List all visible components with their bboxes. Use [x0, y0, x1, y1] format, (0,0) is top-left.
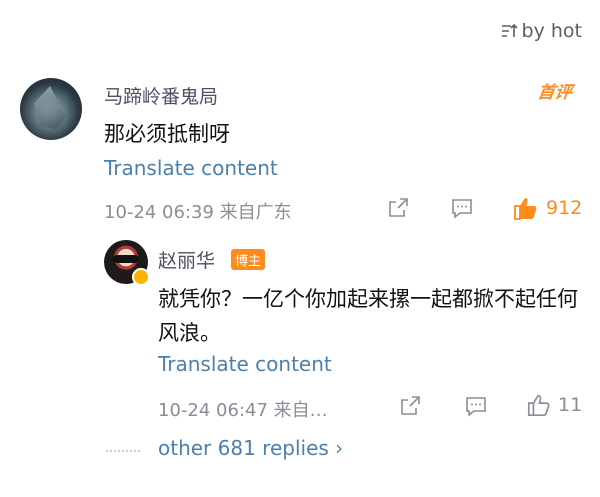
- comment-button[interactable]: [450, 196, 474, 220]
- reply-meta: 10-24 06:47 来自…: [158, 400, 328, 421]
- avatar[interactable]: [20, 78, 82, 140]
- sort-toggle[interactable]: by hot: [500, 20, 582, 42]
- translate-link[interactable]: Translate content: [104, 156, 278, 180]
- divider: [106, 450, 140, 452]
- avatar[interactable]: [104, 240, 150, 286]
- comment-icon: [452, 199, 472, 219]
- comment-button[interactable]: [464, 394, 488, 418]
- share-icon: [401, 396, 420, 415]
- comment-meta: 10-24 06:39 来自广东: [104, 202, 292, 223]
- sunglasses: [113, 255, 139, 263]
- comment-text: 那必须抵制呀: [104, 122, 230, 146]
- first-comment-badge: 首评: [536, 83, 574, 103]
- comment-icon: [466, 397, 486, 417]
- share-icon: [389, 198, 408, 217]
- reply-author[interactable]: 赵丽华: [158, 246, 215, 273]
- like-count: 912: [546, 197, 583, 219]
- share-button[interactable]: [386, 196, 410, 220]
- blogger-badge: 博主: [231, 249, 266, 270]
- translate-link[interactable]: Translate content: [158, 352, 332, 376]
- comment-author[interactable]: 马蹄岭番鬼局: [104, 82, 218, 109]
- thumbs-up-icon: [527, 394, 550, 417]
- sort-icon: [501, 23, 518, 37]
- verified-badge-icon: [132, 268, 150, 286]
- thumbs-up-icon: [514, 198, 537, 220]
- more-replies-link[interactable]: other 681 replies ›: [158, 436, 343, 460]
- reply-text: 就凭你？一亿个你加起来摞一起都掀不起任何风浪。: [158, 287, 578, 345]
- like-button[interactable]: 11: [526, 392, 582, 418]
- like-button[interactable]: 912: [512, 194, 582, 222]
- sort-label: by hot: [521, 20, 582, 42]
- like-count: 11: [558, 394, 583, 416]
- share-button[interactable]: [398, 394, 422, 418]
